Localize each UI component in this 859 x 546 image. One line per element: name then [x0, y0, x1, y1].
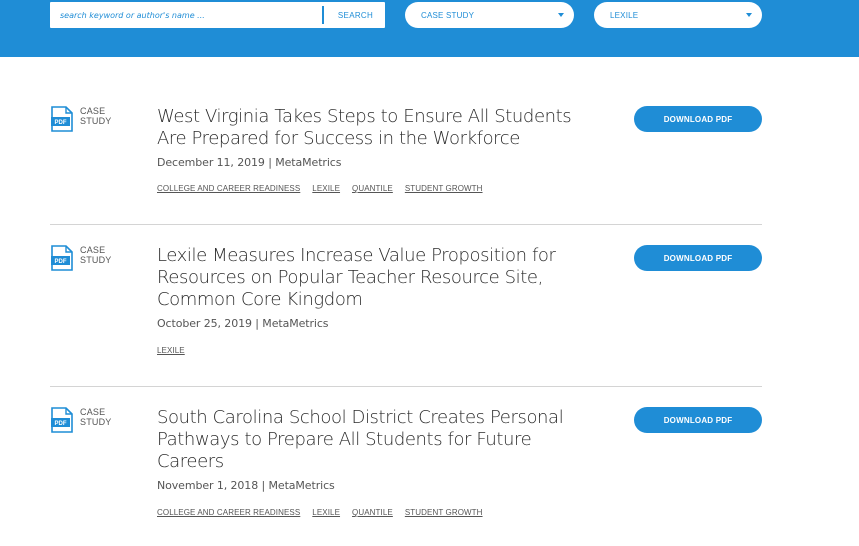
search-box: SEARCH [50, 2, 385, 28]
item-meta: December 11, 2019 | MetaMetrics [157, 156, 342, 169]
item-type-line: CASE [80, 106, 106, 116]
content-type-select[interactable]: CASE STUDY [405, 2, 574, 28]
item-title[interactable]: Lexile Measures Increase Value Propositi… [157, 245, 577, 311]
chevron-down-icon [746, 13, 752, 17]
pdf-icon-text: PDF [55, 421, 67, 427]
search-button[interactable]: SEARCH [326, 2, 385, 28]
item-type-line: CASE [80, 407, 106, 417]
item-type: CASE STUDY [80, 245, 140, 265]
item-title[interactable]: West Virginia Takes Steps to Ensure All … [157, 106, 577, 150]
tag-link[interactable]: LEXILE [312, 184, 340, 193]
pdf-file-icon: PDF [51, 245, 73, 271]
item-type: CASE STUDY [80, 407, 140, 427]
pdf-file-icon: PDF [51, 106, 73, 132]
item-type-line: STUDY [80, 255, 112, 265]
tag-link[interactable]: COLLEGE AND CAREER READINESS [157, 184, 300, 193]
download-pdf-button[interactable]: DOWNLOAD PDF [634, 407, 762, 433]
item-tags: COLLEGE AND CAREER READINESS LEXILE QUAN… [157, 508, 483, 517]
chevron-down-icon [558, 13, 564, 17]
lexile-select[interactable]: LEXILE [594, 2, 762, 28]
item-type-line: STUDY [80, 116, 112, 126]
item-meta: November 1, 2018 | MetaMetrics [157, 479, 335, 492]
item-tags: LEXILE [157, 346, 185, 355]
pdf-icon-text: PDF [55, 259, 67, 265]
download-pdf-button[interactable]: DOWNLOAD PDF [634, 245, 762, 271]
item-tags: COLLEGE AND CAREER READINESS LEXILE QUAN… [157, 184, 483, 193]
tag-link[interactable]: STUDENT GROWTH [405, 508, 483, 517]
tag-link[interactable]: COLLEGE AND CAREER READINESS [157, 508, 300, 517]
download-pdf-button[interactable]: DOWNLOAD PDF [634, 106, 762, 132]
item-meta: October 25, 2019 | MetaMetrics [157, 317, 329, 330]
item-title[interactable]: South Carolina School District Creates P… [157, 407, 577, 473]
content-type-value: CASE STUDY [421, 10, 475, 20]
tag-link[interactable]: QUANTILE [352, 184, 393, 193]
tag-link[interactable]: QUANTILE [352, 508, 393, 517]
tag-link[interactable]: LEXILE [312, 508, 340, 517]
search-divider [322, 6, 324, 24]
pdf-file-icon: PDF [51, 407, 73, 433]
item-type-line: STUDY [80, 417, 112, 427]
filter-bar: SEARCH CASE STUDY LEXILE [0, 0, 859, 57]
divider [50, 386, 762, 387]
lexile-value: LEXILE [610, 10, 639, 20]
tag-link[interactable]: STUDENT GROWTH [405, 184, 483, 193]
search-input[interactable] [50, 2, 322, 28]
item-type-line: CASE [80, 245, 106, 255]
item-type: CASE STUDY [80, 106, 140, 126]
tag-link[interactable]: LEXILE [157, 346, 185, 355]
divider [50, 224, 762, 225]
pdf-icon-text: PDF [55, 120, 67, 126]
